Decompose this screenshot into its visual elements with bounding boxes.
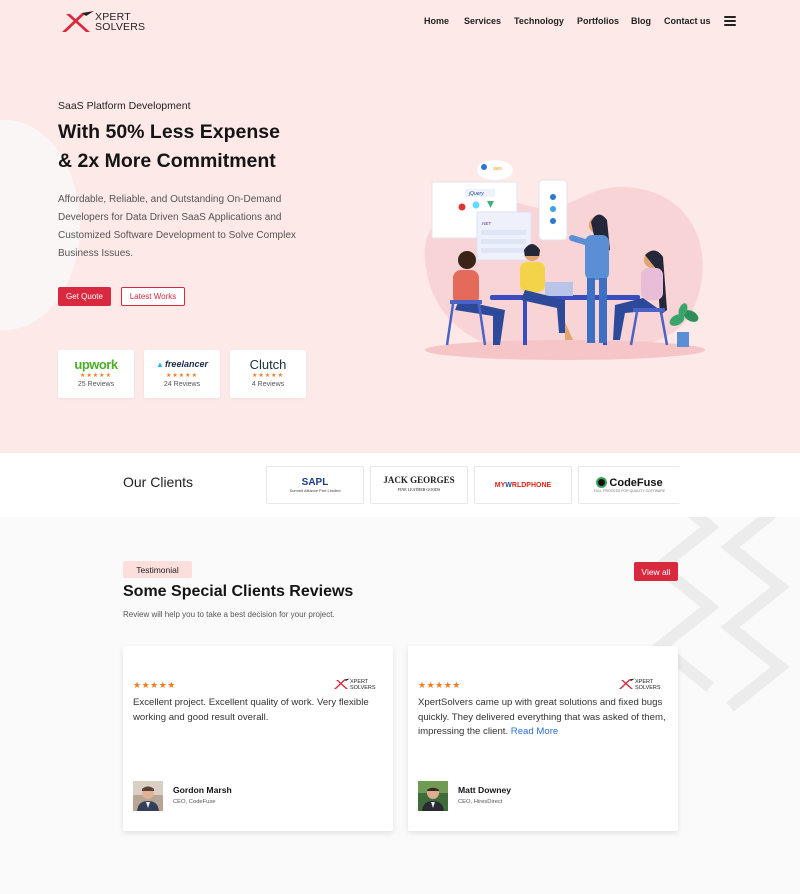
- freelancer-logo: freelancer: [144, 357, 220, 372]
- card-brand-logo: XPERT SOLVERS: [333, 677, 383, 693]
- hero-headline-line-1: With 50% Less Expense: [58, 121, 280, 143]
- hero-headline-line-2: & 2x More Commitment: [58, 150, 276, 172]
- star-rating-icon: ★★★★★: [80, 372, 112, 379]
- avatar: [133, 781, 163, 811]
- nav-technology[interactable]: Technology: [514, 16, 564, 26]
- client-logo-sapl[interactable]: SAPL Summit Alliance Port Limited: [266, 466, 364, 504]
- logo-x-icon: [619, 678, 635, 689]
- codefuse-tagline: FULL PROCESS FOR QUALITY SOFTWARE: [593, 489, 666, 493]
- review-text: XpertSolvers came up with great solution…: [418, 697, 666, 737]
- jack-georges-tagline: FINE LEATHER GOODS: [397, 487, 441, 492]
- card-brand-logo: XPERT SOLVERS: [618, 677, 668, 693]
- myworldphone-wordmark: MYWRLDPHONE: [494, 481, 552, 489]
- team-meeting-illustration: aws jQuery .NET: [424, 160, 705, 360]
- logo-wordmark: XPERT SOLVERS: [95, 11, 146, 33]
- client-logo-myworldphone[interactable]: MYWRLDPHONE: [474, 466, 572, 504]
- nav-portfolios[interactable]: Portfolios: [577, 16, 619, 26]
- sapl-wordmark: SAPL: [301, 477, 329, 488]
- nav-contact[interactable]: Contact us: [664, 16, 711, 26]
- testimonials-title: Some Special Clients Reviews: [123, 583, 354, 600]
- logo-x-icon: [334, 678, 350, 689]
- testimonial-card: ★★★★★ XPERT SOLVERS XpertSolvers came up …: [408, 646, 678, 831]
- hero-description: Affordable, Reliable, and Outstanding On…: [58, 194, 296, 259]
- codefuse-wordmark: CodeFuse: [609, 477, 663, 489]
- svg-text:aws: aws: [493, 166, 502, 172]
- testimonial-card: ★★★★★ XPERT SOLVERS Excellent project. Ex…: [123, 646, 393, 831]
- clutch-logo: Clutch: [249, 357, 287, 372]
- brand-logo[interactable]: XPERT SOLVERS: [60, 10, 150, 36]
- hero-section: XPERT SOLVERS Home Services Technology P…: [0, 0, 800, 453]
- review-count: 24 Reviews: [163, 381, 201, 388]
- hero-headline: With 50% Less Expense & 2x More Commitme…: [58, 118, 378, 176]
- nav-services[interactable]: Services: [464, 16, 501, 26]
- reviewer-name: Gordon Marsh: [173, 785, 232, 795]
- star-rating-icon: ★★★★★: [418, 681, 461, 691]
- review-text: Excellent project. Excellent quality of …: [133, 697, 369, 723]
- sapl-tagline: Summit Alliance Port Limited: [289, 488, 341, 493]
- hero-eyebrow: SaaS Platform Development: [58, 100, 191, 112]
- review-count: 25 Reviews: [77, 381, 115, 388]
- jack-georges-wordmark: JACK GEORGES: [383, 475, 455, 485]
- testimonials-section: Testimonial Some Special Clients Reviews…: [0, 517, 800, 894]
- reviewer-role: CEO, HiresDirect: [458, 799, 503, 805]
- client-logo-codefuse[interactable]: CodeFuse FULL PROCESS FOR QUALITY SOFTWA…: [578, 466, 680, 504]
- review-count: 4 Reviews: [251, 381, 285, 388]
- svg-text:.NET: .NET: [481, 221, 492, 226]
- view-all-button[interactable]: View all: [634, 562, 678, 581]
- clients-title: Our Clients: [123, 474, 194, 490]
- testimonials-subtitle: Review will help you to take a best deci…: [123, 610, 335, 619]
- upwork-review-card[interactable]: upwork ★★★★★ 25 Reviews: [58, 350, 134, 398]
- logo-x-icon: [62, 11, 94, 32]
- freelancer-review-card[interactable]: freelancer ★★★★★ 24 Reviews: [144, 350, 220, 398]
- star-rating-icon: ★★★★★: [133, 681, 176, 691]
- clients-strip: Our Clients SAPL Summit Alliance Port Li…: [0, 453, 800, 517]
- svg-text:jQuery: jQuery: [468, 191, 484, 197]
- read-more-link[interactable]: Read More: [511, 726, 558, 737]
- reviewer-name: Matt Downey: [458, 785, 511, 795]
- latest-works-button[interactable]: Latest Works: [121, 287, 185, 306]
- avatar: [418, 781, 448, 811]
- star-rating-icon: ★★★★★: [252, 372, 284, 379]
- client-logo-jack-georges[interactable]: JACK GEORGES FINE LEATHER GOODS: [370, 466, 468, 504]
- get-quote-button[interactable]: Get Quote: [58, 287, 111, 306]
- upwork-logo: upwork: [74, 357, 118, 372]
- testimonial-tag: Testimonial: [123, 561, 192, 578]
- reviewer-role: CEO, CodeFuse: [173, 799, 216, 805]
- nav-blog[interactable]: Blog: [631, 16, 651, 26]
- hamburger-icon[interactable]: [724, 16, 736, 26]
- nav-home[interactable]: Home: [424, 16, 449, 26]
- codefuse-icon: [596, 477, 608, 488]
- clutch-review-card[interactable]: Clutch ★★★★★ 4 Reviews: [230, 350, 306, 398]
- star-rating-icon: ★★★★★: [166, 372, 198, 379]
